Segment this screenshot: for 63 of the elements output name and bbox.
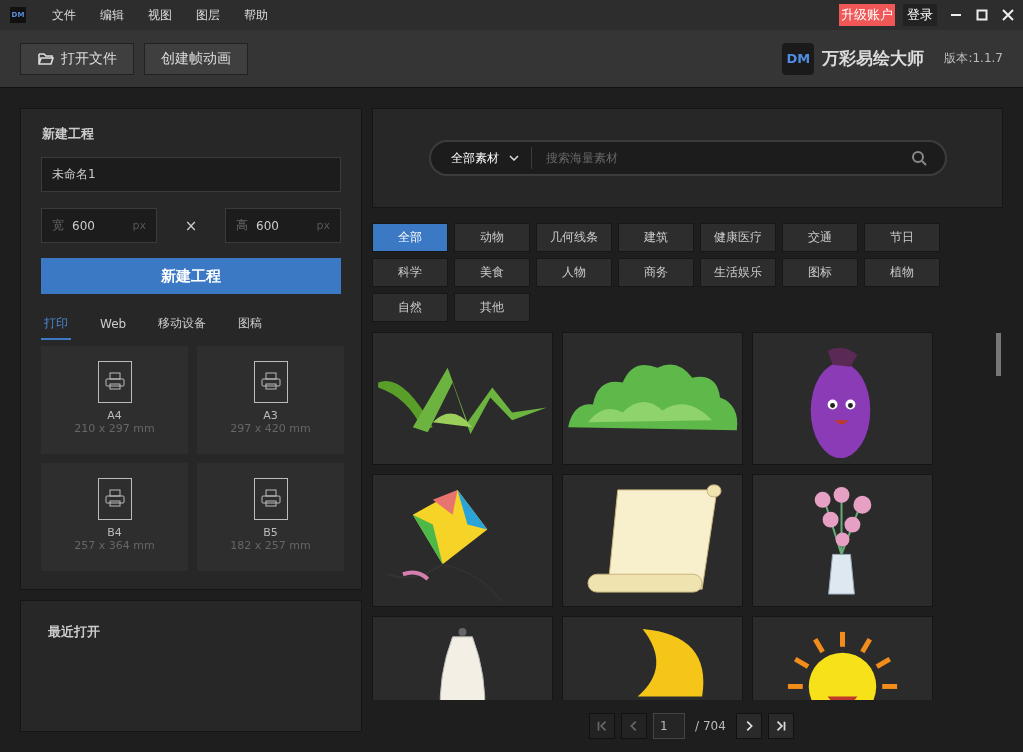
scope-dropdown[interactable]: 全部素材 (430, 147, 532, 169)
close-icon[interactable] (1001, 8, 1015, 22)
category-tag[interactable]: 交通 (782, 223, 858, 252)
menu-item[interactable]: 编辑 (88, 6, 136, 24)
printer-icon (97, 478, 132, 520)
panel-title: 最近打开 (48, 623, 101, 641)
search-field[interactable]: 全部素材 搜索海量素材 (428, 140, 947, 176)
clipart-thumbnail[interactable] (562, 474, 743, 607)
clipart-thumbnail[interactable] (752, 474, 933, 607)
preset-tab[interactable]: Web (97, 309, 130, 340)
toolbar-button[interactable]: 创建帧动画 (144, 42, 248, 75)
category-tag[interactable]: 商务 (618, 258, 694, 287)
times-sign: × (183, 216, 199, 235)
clipart-thumbnail[interactable] (372, 332, 553, 465)
clipart-thumbnail[interactable] (562, 332, 743, 465)
moon-drawing (637, 628, 704, 697)
preset-name: B4 (107, 526, 122, 539)
category-tag[interactable]: 植物 (864, 258, 940, 287)
category-tag[interactable]: 几何线条 (536, 223, 612, 252)
printer-icon (253, 478, 288, 520)
category-tag[interactable]: 美食 (454, 258, 530, 287)
search-icon[interactable] (910, 150, 927, 166)
last-page-button[interactable] (767, 713, 794, 739)
scrollbar-thumb[interactable] (996, 333, 1001, 376)
preset-name: A4 (107, 409, 122, 422)
clipart-thumbnail[interactable] (752, 332, 933, 465)
preset-name: B5 (263, 526, 278, 539)
category-tag[interactable]: 节日 (864, 223, 940, 252)
clipart-thumbnail[interactable] (372, 474, 553, 607)
menu-item[interactable]: 视图 (136, 6, 184, 24)
page-number-field[interactable]: 1 (653, 713, 686, 739)
category-tag[interactable]: 生活娱乐 (700, 258, 776, 287)
category-tag[interactable]: 科学 (372, 258, 448, 287)
category-tag[interactable]: 自然 (372, 293, 448, 322)
category-tag[interactable]: 动物 (454, 223, 530, 252)
next-page-button[interactable] (735, 713, 762, 739)
printer-icon (97, 361, 132, 403)
app-name: 万彩易绘大师 (822, 47, 925, 70)
preset-name: A3 (263, 409, 278, 422)
version-label: 版本:1.1.7 (944, 50, 1003, 67)
preset-tab[interactable]: 移动设备 (155, 309, 210, 340)
category-tag[interactable]: 人物 (536, 258, 612, 287)
project-name-field[interactable]: 未命名1 (41, 157, 341, 192)
menu-item[interactable]: 图层 (184, 6, 232, 24)
toolbar-button[interactable]: 打开文件 (20, 42, 134, 75)
category-tag[interactable]: 其他 (454, 293, 530, 322)
category-tag[interactable]: 图标 (782, 258, 858, 287)
chevron-down-icon (508, 155, 519, 161)
login-button[interactable]: 登录 (903, 4, 937, 26)
menu-item[interactable]: 帮助 (232, 6, 280, 24)
panel-title: 新建工程 (42, 125, 95, 143)
create-project-button[interactable]: 新建工程 (41, 258, 341, 294)
app-logo: DM (782, 42, 815, 75)
preset-tab[interactable]: 打印 (41, 309, 71, 340)
category-tag[interactable]: 健康医疗 (700, 223, 776, 252)
menu-item[interactable]: 文件 (40, 6, 88, 24)
page-total: / 704 (695, 719, 726, 733)
preset-tab[interactable]: 图稿 (235, 309, 266, 340)
maximize-icon[interactable] (975, 8, 989, 22)
category-tag[interactable]: 全部 (372, 223, 448, 252)
category-tag[interactable]: 建筑 (618, 223, 694, 252)
printer-icon (253, 361, 288, 403)
folder-icon (37, 50, 55, 67)
